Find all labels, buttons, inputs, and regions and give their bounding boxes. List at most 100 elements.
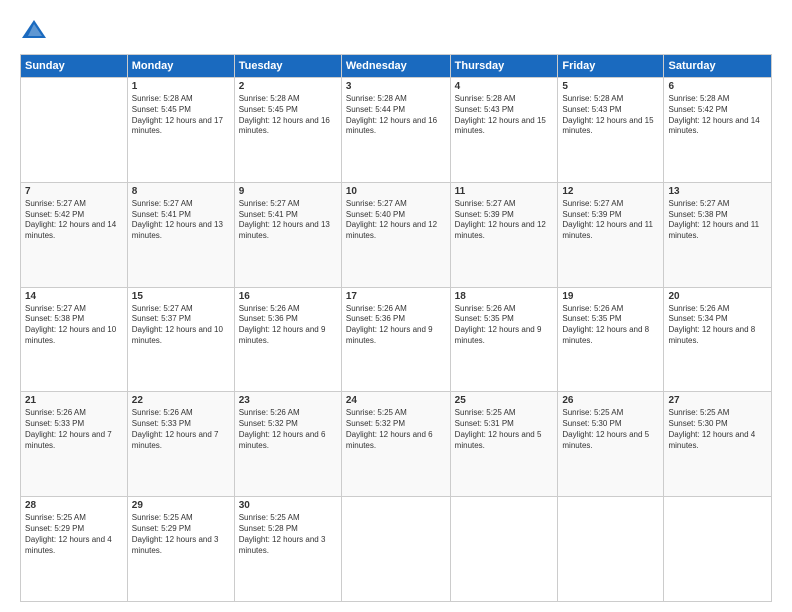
day-number: 1 (132, 81, 230, 92)
day-number: 9 (239, 186, 337, 197)
day-number: 21 (25, 395, 123, 406)
calendar-cell: 20 Sunrise: 5:26 AMSunset: 5:34 PMDayligh… (664, 287, 772, 392)
cell-info: Sunrise: 5:27 AMSunset: 5:40 PMDaylight:… (346, 199, 446, 242)
calendar-header-wednesday: Wednesday (341, 55, 450, 78)
calendar-header-sunday: Sunday (21, 55, 128, 78)
cell-info: Sunrise: 5:27 AMSunset: 5:37 PMDaylight:… (132, 304, 230, 347)
calendar-header-saturday: Saturday (664, 55, 772, 78)
calendar-cell (450, 497, 558, 602)
page: SundayMondayTuesdayWednesdayThursdayFrid… (0, 0, 792, 612)
logo (20, 16, 52, 44)
calendar-cell: 21 Sunrise: 5:26 AMSunset: 5:33 PMDayligh… (21, 392, 128, 497)
calendar-cell: 2Sunrise: 5:28 AMSunset: 5:45 PMDaylight… (234, 78, 341, 183)
calendar-cell: 22 Sunrise: 5:26 AMSunset: 5:33 PMDayligh… (127, 392, 234, 497)
day-number: 18 (455, 291, 554, 302)
calendar-cell (21, 78, 128, 183)
day-number: 17 (346, 291, 446, 302)
cell-info: Sunrise: 5:27 AMSunset: 5:39 PMDaylight:… (455, 199, 554, 242)
calendar-cell: 11 Sunrise: 5:27 AMSunset: 5:39 PMDayligh… (450, 182, 558, 287)
day-number: 14 (25, 291, 123, 302)
cell-info: Sunrise: 5:26 AMSunset: 5:34 PMDaylight:… (668, 304, 767, 347)
calendar-cell: 3 Sunrise: 5:28 AMSunset: 5:44 PMDaylight… (341, 78, 450, 183)
calendar-header-friday: Friday (558, 55, 664, 78)
day-number: 24 (346, 395, 446, 406)
day-number: 15 (132, 291, 230, 302)
day-number: 8 (132, 186, 230, 197)
day-number: 11 (455, 186, 554, 197)
calendar-header-thursday: Thursday (450, 55, 558, 78)
calendar-cell: 15 Sunrise: 5:27 AMSunset: 5:37 PMDayligh… (127, 287, 234, 392)
calendar-cell: 14Sunrise: 5:27 AMSunset: 5:38 PMDayligh… (21, 287, 128, 392)
cell-info: Sunrise: 5:27 AMSunset: 5:41 PMDaylight:… (132, 199, 230, 242)
calendar-header-monday: Monday (127, 55, 234, 78)
calendar-cell: 24 Sunrise: 5:25 AMSunset: 5:32 PMDayligh… (341, 392, 450, 497)
day-number: 2 (239, 81, 337, 92)
day-number: 23 (239, 395, 337, 406)
day-number: 10 (346, 186, 446, 197)
cell-info: Sunrise: 5:26 AMSunset: 5:36 PMDaylight:… (346, 304, 446, 347)
calendar-cell: 7Sunrise: 5:27 AMSunset: 5:42 PMDaylight… (21, 182, 128, 287)
calendar-cell: 5Sunrise: 5:28 AMSunset: 5:43 PMDaylight… (558, 78, 664, 183)
calendar-cell: 8 Sunrise: 5:27 AMSunset: 5:41 PMDaylight… (127, 182, 234, 287)
calendar-cell: 4 Sunrise: 5:28 AMSunset: 5:43 PMDaylight… (450, 78, 558, 183)
cell-info: Sunrise: 5:28 AMSunset: 5:45 PMDaylight:… (132, 94, 230, 137)
day-number: 13 (668, 186, 767, 197)
calendar-cell: 29 Sunrise: 5:25 AMSunset: 5:29 PMDayligh… (127, 497, 234, 602)
day-number: 27 (668, 395, 767, 406)
day-number: 16 (239, 291, 337, 302)
calendar-week-5: 28 Sunrise: 5:25 AMSunset: 5:29 PMDayligh… (21, 497, 772, 602)
cell-info: Sunrise: 5:26 AMSunset: 5:35 PMDaylight:… (562, 304, 659, 347)
cell-info: Sunrise: 5:26 AMSunset: 5:32 PMDaylight:… (239, 408, 337, 451)
calendar-cell: 23 Sunrise: 5:26 AMSunset: 5:32 PMDayligh… (234, 392, 341, 497)
cell-info: Sunrise: 5:26 AMSunset: 5:33 PMDaylight:… (132, 408, 230, 451)
day-number: 26 (562, 395, 659, 406)
day-number: 29 (132, 500, 230, 511)
cell-info: Sunrise: 5:25 AMSunset: 5:30 PMDaylight:… (668, 408, 767, 451)
day-number: 4 (455, 81, 554, 92)
calendar-cell: 12 Sunrise: 5:27 AMSunset: 5:39 PMDayligh… (558, 182, 664, 287)
day-number: 3 (346, 81, 446, 92)
cell-info: Sunrise: 5:25 AMSunset: 5:32 PMDaylight:… (346, 408, 446, 451)
cell-info: Sunrise: 5:27 AMSunset: 5:38 PMDaylight:… (668, 199, 767, 242)
day-number: 25 (455, 395, 554, 406)
calendar-cell: 6Sunrise: 5:28 AMSunset: 5:42 PMDaylight… (664, 78, 772, 183)
calendar-cell: 1 Sunrise: 5:28 AMSunset: 5:45 PMDaylight… (127, 78, 234, 183)
calendar-cell: 26 Sunrise: 5:25 AMSunset: 5:30 PMDayligh… (558, 392, 664, 497)
day-number: 22 (132, 395, 230, 406)
cell-info: Sunrise: 5:25 AMSunset: 5:28 PMDaylight:… (239, 513, 337, 556)
calendar-cell: 28Sunrise: 5:25 AMSunset: 5:29 PMDayligh… (21, 497, 128, 602)
cell-info: Sunrise: 5:26 AMSunset: 5:33 PMDaylight:… (25, 408, 123, 451)
cell-info: Sunrise: 5:27 AMSunset: 5:39 PMDaylight:… (562, 199, 659, 242)
cell-info: Sunrise: 5:26 AMSunset: 5:36 PMDaylight:… (239, 304, 337, 347)
cell-info: Sunrise: 5:25 AMSunset: 5:29 PMDaylight:… (132, 513, 230, 556)
day-number: 30 (239, 500, 337, 511)
day-number: 5 (562, 81, 659, 92)
cell-info: Sunrise: 5:28 AMSunset: 5:42 PMDaylight:… (668, 94, 767, 137)
calendar-cell: 30 Sunrise: 5:25 AMSunset: 5:28 PMDayligh… (234, 497, 341, 602)
calendar-week-2: 7Sunrise: 5:27 AMSunset: 5:42 PMDaylight… (21, 182, 772, 287)
cell-info: Sunrise: 5:28 AMSunset: 5:43 PMDaylight:… (455, 94, 554, 137)
day-number: 7 (25, 186, 123, 197)
calendar-cell: 10 Sunrise: 5:27 AMSunset: 5:40 PMDayligh… (341, 182, 450, 287)
calendar-week-1: 1 Sunrise: 5:28 AMSunset: 5:45 PMDaylight… (21, 78, 772, 183)
calendar-table: SundayMondayTuesdayWednesdayThursdayFrid… (20, 54, 772, 602)
calendar-cell: 27 Sunrise: 5:25 AMSunset: 5:30 PMDayligh… (664, 392, 772, 497)
cell-info: Sunrise: 5:26 AMSunset: 5:35 PMDaylight:… (455, 304, 554, 347)
calendar-cell: 18 Sunrise: 5:26 AMSunset: 5:35 PMDayligh… (450, 287, 558, 392)
calendar-week-3: 14Sunrise: 5:27 AMSunset: 5:38 PMDayligh… (21, 287, 772, 392)
calendar-cell (664, 497, 772, 602)
day-number: 12 (562, 186, 659, 197)
calendar-cell: 13 Sunrise: 5:27 AMSunset: 5:38 PMDayligh… (664, 182, 772, 287)
day-number: 19 (562, 291, 659, 302)
calendar-week-4: 21 Sunrise: 5:26 AMSunset: 5:33 PMDayligh… (21, 392, 772, 497)
day-number: 20 (668, 291, 767, 302)
calendar-cell: 25Sunrise: 5:25 AMSunset: 5:31 PMDayligh… (450, 392, 558, 497)
calendar-cell (558, 497, 664, 602)
calendar-cell: 17 Sunrise: 5:26 AMSunset: 5:36 PMDayligh… (341, 287, 450, 392)
calendar-cell (341, 497, 450, 602)
cell-info: Sunrise: 5:28 AMSunset: 5:44 PMDaylight:… (346, 94, 446, 137)
logo-icon (20, 16, 48, 44)
calendar-header-row: SundayMondayTuesdayWednesdayThursdayFrid… (21, 55, 772, 78)
day-number: 28 (25, 500, 123, 511)
cell-info: Sunrise: 5:25 AMSunset: 5:30 PMDaylight:… (562, 408, 659, 451)
